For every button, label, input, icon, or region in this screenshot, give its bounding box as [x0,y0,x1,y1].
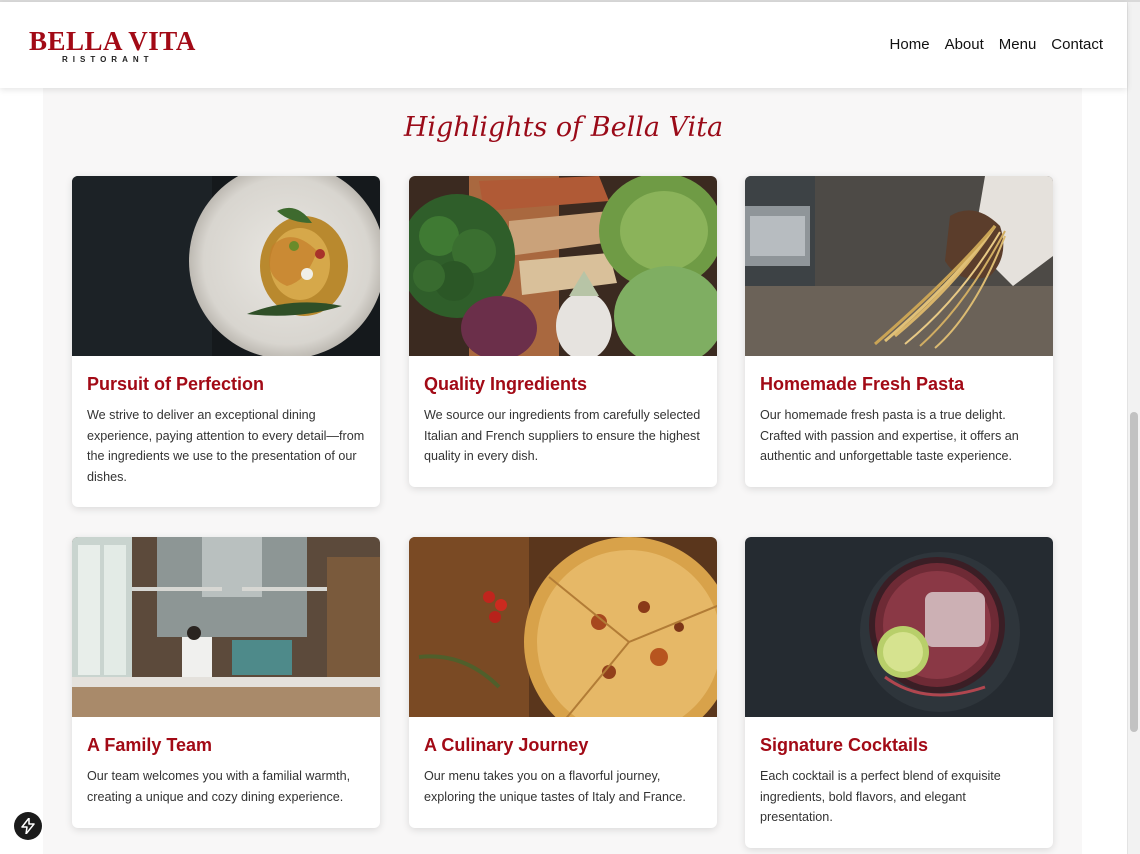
cocktail-image [745,537,1053,717]
card-title: Quality Ingredients [424,374,588,394]
card-title: A Culinary Journey [424,735,589,755]
nav-menu-link[interactable]: Menu [999,36,1037,53]
card-title: A Family Team [87,735,213,755]
card-text: Each cocktail is a perfect blend of exqu… [760,769,1001,824]
card-text: Our homemade fresh pasta is a true delig… [760,408,1019,463]
bolt-glyph [21,818,35,834]
logo[interactable]: BELLA VITA RISTORANT [29,26,196,67]
card-text: Our menu takes you on a flavorful journe… [424,769,686,804]
fresh-pasta-image [745,176,1053,356]
main-nav: Home About Menu Contact [890,36,1103,53]
highlight-card: Pursuit of Perfection We strive to deliv… [72,176,380,507]
pizza-image [409,537,717,717]
card-text: We strive to deliver an exceptional dini… [87,408,365,484]
logo-wordmark: BELLA VITA [29,26,196,56]
card-title: Homemade Fresh Pasta [760,374,965,394]
nav-home-link[interactable]: Home [890,36,930,53]
logo-tagline: RISTORANT [62,55,154,64]
card-title: Pursuit of Perfection [87,374,265,394]
nav-about-link[interactable]: About [945,36,984,53]
nav-contact-link[interactable]: Contact [1051,36,1103,53]
card-title: Signature Cocktails [760,735,929,755]
highlight-card: Homemade Fresh Pasta Our homemade fresh … [745,176,1053,487]
pasta-dish-image [72,176,380,356]
section-title: Highlights of Bella Vita [403,112,724,143]
kitchen-image [72,537,380,717]
site-header: BELLA VITA RISTORANT Home About Menu Con… [0,2,1127,88]
vegetables-image [409,176,717,356]
highlight-card: Quality Ingredients We source our ingred… [409,176,717,487]
highlight-card: A Family Team Our team welcomes you with… [72,537,380,828]
highlight-card: Signature Cocktails Each cocktail is a p… [745,537,1053,848]
card-text: Our team welcomes you with a familial wa… [87,769,351,804]
lightning-bolt-icon[interactable] [14,812,42,840]
scrollbar-thumb[interactable] [1130,412,1138,732]
page-scrollbar[interactable] [1127,2,1140,854]
card-text: We source our ingredients from carefully… [424,408,701,463]
highlight-card: A Culinary Journey Our menu takes you on… [409,537,717,828]
